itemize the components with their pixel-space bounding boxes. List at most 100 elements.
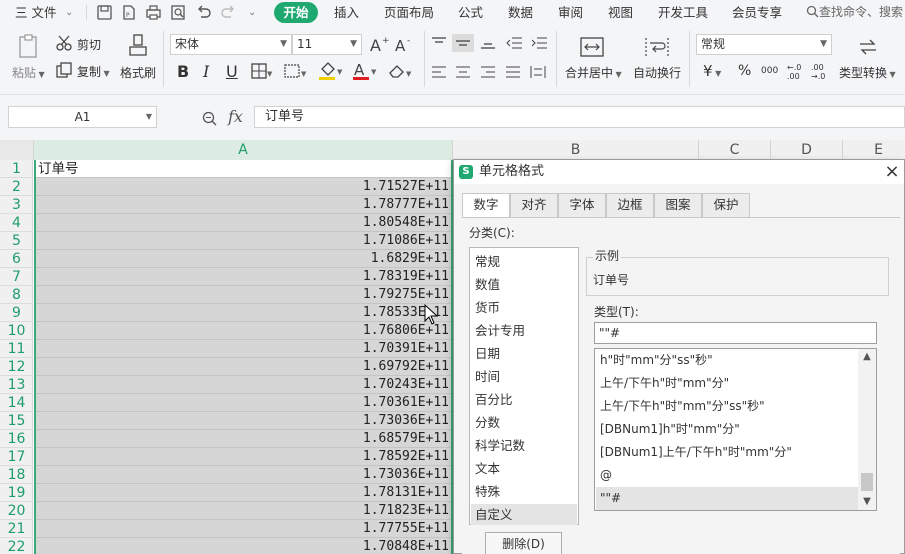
tab-border[interactable]: 边框 (606, 193, 654, 217)
type-convert-button[interactable]: 类型转换 ▼ (839, 66, 896, 82)
cell-a21[interactable]: 1.77755E+11 (36, 520, 451, 538)
tab-pattern[interactable]: 图案 (654, 193, 702, 217)
italic-button[interactable]: I (203, 63, 209, 81)
tab-protection[interactable]: 保护 (702, 193, 750, 217)
cell-a12[interactable]: 1.69792E+11 (36, 358, 451, 376)
category-item[interactable]: 自定义 (471, 504, 577, 525)
currency-button[interactable]: ¥ ▼ (703, 63, 721, 82)
row-header[interactable]: 10 (0, 322, 33, 340)
row-header[interactable]: 8 (0, 286, 33, 304)
clear-format-icon[interactable]: ▼ (387, 63, 413, 79)
cell-a7[interactable]: 1.78319E+11 (36, 268, 451, 286)
cell-a17[interactable]: 1.78592E+11 (36, 448, 451, 466)
row-header[interactable]: 12 (0, 358, 33, 376)
row-header[interactable]: 22 (0, 538, 33, 554)
dialog-title-bar[interactable]: S 单元格格式 × (454, 160, 904, 184)
column-a-selection[interactable]: 订单号 1.71527E+11 1.78777E+11 1.80548E+11 1.71… (34, 160, 453, 554)
justify-icon[interactable] (505, 65, 521, 79)
zoom-icon[interactable] (202, 111, 217, 126)
row-header[interactable]: 2 (0, 178, 33, 196)
cell-a14[interactable]: 1.70361E+11 (36, 394, 451, 412)
type-input[interactable]: ""# (594, 322, 877, 344)
category-item[interactable]: 日期 (471, 343, 577, 364)
format-painter-button[interactable]: 格式刷 (120, 66, 156, 80)
column-header-e[interactable]: E (843, 140, 905, 160)
paste-button[interactable]: 粘贴 ▼ (12, 66, 45, 82)
cell-a2[interactable]: 1.71527E+11 (36, 178, 451, 196)
tab-font[interactable]: 字体 (558, 193, 606, 217)
row-header[interactable]: 19 (0, 484, 33, 502)
category-item[interactable]: 会计专用 (471, 320, 577, 341)
type-item[interactable]: @ (596, 464, 858, 487)
category-item[interactable]: 百分比 (471, 389, 577, 410)
type-item[interactable]: [DBNum1]h"时"mm"分" (596, 418, 858, 441)
cell-a18[interactable]: 1.73036E+11 (36, 466, 451, 484)
row-header[interactable]: 4 (0, 214, 33, 232)
scroll-down-icon[interactable]: ▼ (858, 494, 876, 510)
tab-member[interactable]: 会员专享 (732, 4, 782, 21)
distributed-align-icon[interactable] (530, 65, 546, 79)
close-icon[interactable]: × (882, 162, 902, 182)
thousands-separator-button[interactable]: 000 (761, 65, 778, 77)
font-name-select[interactable]: 宋体 ▼ (170, 34, 292, 55)
decrease-indent-icon[interactable] (505, 36, 523, 50)
redo-icon[interactable] (220, 4, 237, 21)
cell-a16[interactable]: 1.68579E+11 (36, 430, 451, 448)
cell-a20[interactable]: 1.71823E+11 (36, 502, 451, 520)
font-size-select[interactable]: 11 ▼ (292, 34, 362, 55)
row-header[interactable]: 17 (0, 448, 33, 466)
wrap-text-icon[interactable] (645, 37, 669, 57)
decrease-decimal-button[interactable]: .00 →.0 (811, 63, 827, 81)
undo-icon[interactable] (195, 4, 212, 21)
fill-color-icon[interactable]: ▼ (318, 61, 344, 81)
type-item[interactable]: 上午/下午h"时"mm"分" (596, 372, 858, 395)
category-item[interactable]: 科学记数 (471, 435, 577, 456)
tab-formulas[interactable]: 公式 (458, 4, 483, 21)
number-format-select[interactable]: 常规 ▼ (696, 34, 832, 55)
underline-button[interactable]: U (226, 63, 238, 81)
decrease-font-icon[interactable]: A- (395, 35, 415, 53)
align-right-icon[interactable] (480, 65, 496, 79)
type-item[interactable]: h"时"mm"分"ss"秒" (596, 349, 858, 372)
align-center-icon[interactable] (455, 65, 471, 79)
tab-alignment[interactable]: 对齐 (510, 193, 558, 217)
cell-a19[interactable]: 1.78131E+11 (36, 484, 451, 502)
type-convert-icon[interactable] (857, 37, 879, 57)
cell-a11[interactable]: 1.70391E+11 (36, 340, 451, 358)
tab-number[interactable]: 数字 (462, 193, 510, 218)
row-header[interactable]: 20 (0, 502, 33, 520)
row-header[interactable]: 11 (0, 340, 33, 358)
format-painter-icon[interactable] (127, 33, 149, 59)
increase-font-icon[interactable]: A + (370, 35, 390, 53)
row-header[interactable]: 9 (0, 304, 33, 322)
row-header[interactable]: 13 (0, 376, 33, 394)
insert-function-button[interactable]: fx (228, 108, 243, 126)
increase-indent-icon[interactable] (530, 36, 548, 50)
category-list[interactable]: 常规 数值 货币 会计专用 日期 时间 百分比 分数 科学记数 文本 特殊 自定义 (469, 247, 579, 525)
select-all-corner[interactable] (0, 140, 34, 160)
cell-a3[interactable]: 1.78777E+11 (36, 196, 451, 214)
tab-view[interactable]: 视图 (608, 4, 633, 21)
category-item[interactable]: 文本 (471, 458, 577, 479)
row-header[interactable]: 18 (0, 466, 33, 484)
cell-a9[interactable]: 1.78533E+11 (36, 304, 451, 322)
row-header[interactable]: 1 (0, 160, 33, 178)
row-header[interactable]: 7 (0, 268, 33, 286)
category-item[interactable]: 数值 (471, 274, 577, 295)
align-top-icon[interactable] (431, 36, 447, 50)
export-pdf-icon[interactable]: P (120, 4, 137, 21)
category-item[interactable]: 分数 (471, 412, 577, 433)
type-item[interactable]: 上午/下午h"时"mm"分"ss"秒" (596, 395, 858, 418)
row-header[interactable]: 21 (0, 520, 33, 538)
tab-start[interactable]: 开始 (274, 2, 318, 23)
bold-button[interactable]: B (177, 63, 189, 81)
tab-developer[interactable]: 开发工具 (658, 4, 708, 21)
type-list[interactable]: h"时"mm"分"ss"秒" 上午/下午h"时"mm"分" 上午/下午h"时"mm"… (594, 348, 877, 511)
formula-input[interactable]: 订单号 (254, 106, 905, 128)
category-item[interactable]: 特殊 (471, 481, 577, 502)
align-middle-icon[interactable] (452, 34, 474, 52)
type-list-scrollbar[interactable]: ▲ ▼ (858, 349, 876, 510)
row-header[interactable]: 15 (0, 412, 33, 430)
cell-a15[interactable]: 1.73036E+11 (36, 412, 451, 430)
merge-center-icon[interactable] (580, 37, 604, 57)
